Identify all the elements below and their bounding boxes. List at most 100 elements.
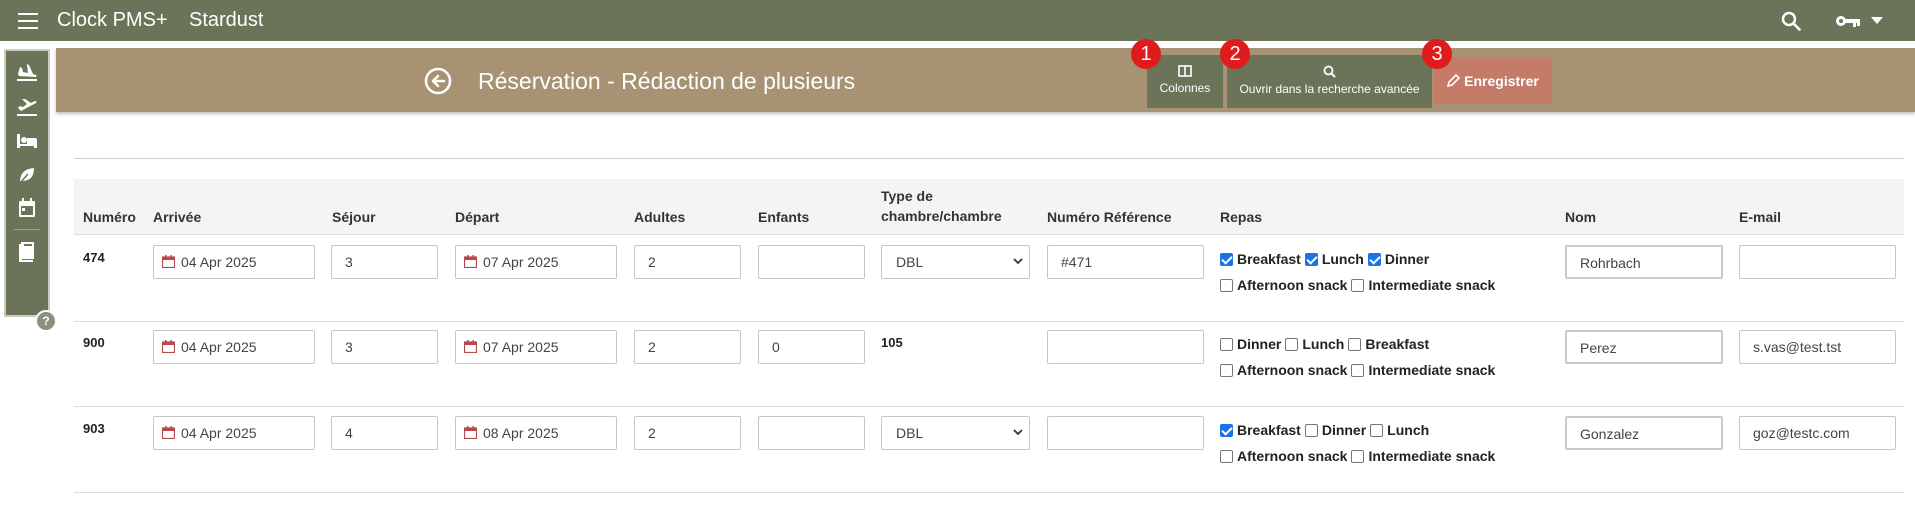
adults-field[interactable]: 2 bbox=[634, 416, 741, 450]
calendar-icon bbox=[162, 426, 175, 439]
reference-value: #471 bbox=[1061, 254, 1093, 270]
meal-checkbox[interactable] bbox=[1370, 423, 1384, 437]
children-field[interactable] bbox=[758, 245, 865, 279]
header-enfants: Enfants bbox=[758, 209, 810, 225]
meal-checkbox[interactable] bbox=[1304, 252, 1318, 266]
header-room-type: Type de chambre/chambre bbox=[881, 186, 1002, 226]
meal-label: Dinner bbox=[1237, 336, 1282, 352]
reference-field[interactable] bbox=[1047, 330, 1204, 364]
stay-field[interactable]: 3 bbox=[331, 330, 438, 364]
table-row: 903 04 Apr 2025 4 08 Apr 2025 2 DBL Breakfast D… bbox=[74, 407, 1904, 493]
save-label: Enregistrer bbox=[1464, 72, 1539, 89]
meal-checkbox[interactable] bbox=[1285, 337, 1299, 351]
meal-label: Dinner bbox=[1384, 251, 1430, 267]
help-icon[interactable]: ? bbox=[35, 310, 57, 332]
save-button[interactable]: Enregistrer bbox=[1434, 57, 1552, 104]
adults-field[interactable]: 2 bbox=[634, 330, 741, 364]
adults-value: 2 bbox=[648, 339, 656, 355]
meal-checkbox[interactable] bbox=[1220, 423, 1233, 437]
name-field[interactable]: Perez bbox=[1565, 330, 1723, 364]
adults-field[interactable]: 2 bbox=[634, 245, 741, 279]
leaf-icon[interactable] bbox=[6, 160, 48, 190]
arrival-date-value: 04 Apr 2025 bbox=[181, 339, 257, 355]
departure-date-value: 07 Apr 2025 bbox=[483, 339, 559, 355]
email-value: goz@testc.com bbox=[1753, 425, 1850, 441]
room-type-value: DBL bbox=[896, 254, 924, 270]
calendar-icon[interactable] bbox=[6, 193, 48, 223]
name-field[interactable]: Gonzalez bbox=[1565, 416, 1723, 450]
meal-checkbox[interactable] bbox=[1220, 252, 1233, 266]
header-room-type-line1: Type de bbox=[881, 188, 933, 204]
book-icon[interactable] bbox=[6, 237, 48, 267]
key-icon[interactable] bbox=[1835, 13, 1861, 29]
calendar-icon bbox=[162, 340, 175, 353]
meal-checkbox[interactable] bbox=[1220, 449, 1233, 463]
meal-checkbox[interactable] bbox=[1220, 278, 1233, 292]
meal-label: Afternoon snack bbox=[1237, 277, 1348, 293]
header-repas: Repas bbox=[1220, 209, 1263, 225]
arrow-left-circle-icon[interactable] bbox=[424, 67, 452, 95]
meal-label: Afternoon snack bbox=[1237, 362, 1348, 378]
advanced-search-label: Ouvrir dans la recherche avancée bbox=[1239, 82, 1420, 96]
name-value: Gonzalez bbox=[1580, 426, 1640, 442]
name-field[interactable]: Rohrbach bbox=[1565, 245, 1723, 279]
name-value: Rohrbach bbox=[1580, 255, 1641, 271]
children-field[interactable]: 0 bbox=[758, 330, 865, 364]
meal-checkbox[interactable] bbox=[1348, 337, 1362, 351]
meal-label: Intermediate snack bbox=[1368, 448, 1496, 464]
arrival-date-field[interactable]: 04 Apr 2025 bbox=[153, 245, 315, 279]
arrival-date-field[interactable]: 04 Apr 2025 bbox=[153, 416, 315, 450]
reservation-number: 903 bbox=[83, 421, 105, 436]
departure-date-field[interactable]: 07 Apr 2025 bbox=[455, 245, 617, 279]
meal-checkbox[interactable] bbox=[1220, 337, 1233, 351]
meal-checkbox[interactable] bbox=[1351, 278, 1365, 292]
meal-checkbox[interactable] bbox=[1351, 449, 1365, 463]
meal-label: Dinner bbox=[1321, 422, 1367, 438]
header-sejour: Séjour bbox=[332, 209, 376, 225]
meal-checkbox[interactable] bbox=[1220, 363, 1233, 377]
chevron-down-icon[interactable] bbox=[1871, 17, 1883, 25]
arrival-date-field[interactable]: 04 Apr 2025 bbox=[153, 330, 315, 364]
room-type-select[interactable]: DBL bbox=[881, 245, 1030, 279]
page-title: Réservation - Rédaction de plusieurs bbox=[478, 68, 856, 94]
top-bar: Clock PMS+ Stardust bbox=[0, 0, 1915, 41]
advanced-search-button[interactable]: Ouvrir dans la recherche avancée bbox=[1227, 55, 1432, 108]
bed-icon[interactable] bbox=[6, 126, 48, 156]
room-type-select[interactable]: DBL bbox=[881, 416, 1030, 450]
reference-field[interactable] bbox=[1047, 416, 1204, 450]
stay-field[interactable]: 3 bbox=[331, 245, 438, 279]
calendar-icon bbox=[464, 426, 477, 439]
search-icon[interactable] bbox=[1781, 11, 1801, 31]
email-field[interactable] bbox=[1739, 245, 1896, 279]
meal-label: Lunch bbox=[1302, 336, 1345, 352]
meal-checkbox[interactable] bbox=[1304, 423, 1318, 437]
hamburger-icon[interactable] bbox=[18, 13, 38, 29]
adults-value: 2 bbox=[648, 425, 656, 441]
chevron-down-icon bbox=[1013, 429, 1023, 436]
room-type-value: DBL bbox=[896, 425, 924, 441]
reference-field[interactable]: #471 bbox=[1047, 245, 1204, 279]
header-adultes: Adultes bbox=[634, 209, 686, 225]
stay-field[interactable]: 4 bbox=[331, 416, 438, 450]
name-value: Perez bbox=[1580, 340, 1617, 356]
table-header: Numéro Arrivée Séjour Départ Adultes Enf… bbox=[74, 179, 1904, 235]
title-band bbox=[56, 48, 1915, 112]
arrival-date-value: 04 Apr 2025 bbox=[181, 254, 257, 270]
meal-checkbox[interactable] bbox=[1351, 363, 1365, 377]
email-field[interactable]: s.vas@test.tst bbox=[1739, 330, 1896, 364]
departure-date-field[interactable]: 08 Apr 2025 bbox=[455, 416, 617, 450]
meal-checkbox[interactable] bbox=[1367, 252, 1381, 266]
header-reference: Numéro Référence bbox=[1047, 209, 1172, 225]
meal-label: Intermediate snack bbox=[1368, 277, 1496, 293]
annotation-badge-3: 3 bbox=[1422, 39, 1452, 69]
reservation-number: 474 bbox=[83, 250, 105, 265]
columns-button[interactable]: Colonnes bbox=[1147, 55, 1223, 108]
departure-date-field[interactable]: 07 Apr 2025 bbox=[455, 330, 617, 364]
airplane-arrival-icon[interactable] bbox=[6, 57, 48, 87]
calendar-icon bbox=[464, 255, 477, 268]
stay-value: 3 bbox=[345, 339, 353, 355]
children-field[interactable] bbox=[758, 416, 865, 450]
hotel-name[interactable]: Stardust bbox=[189, 9, 263, 32]
email-field[interactable]: goz@testc.com bbox=[1739, 416, 1896, 450]
airplane-departure-icon[interactable] bbox=[6, 92, 48, 122]
